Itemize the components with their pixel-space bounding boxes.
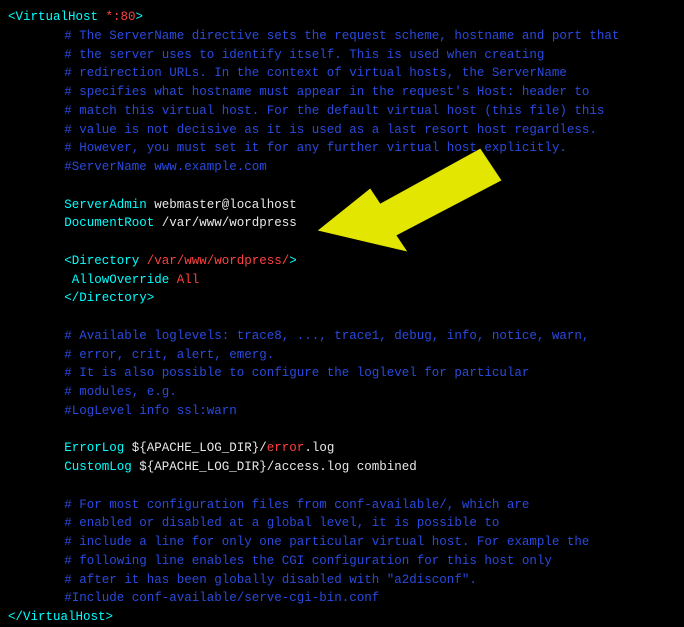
comment-line: # value is not decisive as it is used as… (8, 121, 676, 140)
comment-line: # enabled or disabled at a global level,… (8, 514, 676, 533)
directory-open: <Directory /var/www/wordpress/> (8, 252, 676, 271)
comment-line: # modules, e.g. (8, 383, 676, 402)
serveradmin-line: ServerAdmin webmaster@localhost (8, 196, 676, 215)
virtualhost-close: </VirtualHost> (8, 608, 676, 627)
comment-line: # The ServerName directive sets the requ… (8, 27, 676, 46)
comment-line: # However, you must set it for any furth… (8, 139, 676, 158)
comment-line: # match this virtual host. For the defau… (8, 102, 676, 121)
comment-line: # after it has been globally disabled wi… (8, 571, 676, 590)
directory-path: /var/www/wordpress/ (139, 254, 289, 268)
directory-key: <Directory (64, 254, 139, 268)
comment-line: # error, crit, alert, emerg. (8, 346, 676, 365)
errorlog-name: error (267, 441, 305, 455)
comment-line: #LogLevel info ssl:warn (8, 402, 676, 421)
documentroot-key: DocumentRoot (64, 216, 154, 230)
virtualhost-open: <VirtualHost *:80> (8, 8, 676, 27)
indent-space (64, 273, 72, 287)
blank-line (8, 308, 676, 327)
documentroot-line: DocumentRoot /var/www/wordpress (8, 214, 676, 233)
comment-line: #Include conf-available/serve-cgi-bin.co… (8, 589, 676, 608)
customlog-value: ${APACHE_LOG_DIR}/access.log combined (132, 460, 417, 474)
serveradmin-value: webmaster@localhost (147, 198, 297, 212)
allowoverride-key: AllowOverride (72, 273, 170, 287)
comment-line: # Available loglevels: trace8, ..., trac… (8, 327, 676, 346)
blank-line (8, 477, 676, 496)
vhost-key: <VirtualHost (8, 10, 98, 24)
comment-line: # It is also possible to configure the l… (8, 364, 676, 383)
customlog-line: CustomLog ${APACHE_LOG_DIR}/access.log c… (8, 458, 676, 477)
comment-line: # specifies what hostname must appear in… (8, 83, 676, 102)
vhost-open-close: > (136, 10, 144, 24)
errorlog-key: ErrorLog (64, 441, 124, 455)
comment-line: # following line enables the CGI configu… (8, 552, 676, 571)
comment-line: # the server uses to identify itself. Th… (8, 46, 676, 65)
serveradmin-key: ServerAdmin (64, 198, 147, 212)
comment-line: #ServerName www.example.com (8, 158, 676, 177)
blank-line (8, 233, 676, 252)
comment-line: # For most configuration files from conf… (8, 496, 676, 515)
documentroot-value: /var/www/wordpress (154, 216, 297, 230)
directory-close: </Directory> (8, 289, 676, 308)
directory-open-close: > (289, 254, 297, 268)
allowoverride-line: AllowOverride All (8, 271, 676, 290)
blank-line (8, 177, 676, 196)
customlog-key: CustomLog (64, 460, 132, 474)
allowoverride-value: All (169, 273, 199, 287)
comment-line: # redirection URLs. In the context of vi… (8, 64, 676, 83)
blank-line (8, 421, 676, 440)
errorlog-line: ErrorLog ${APACHE_LOG_DIR}/error.log (8, 439, 676, 458)
errorlog-prefix: ${APACHE_LOG_DIR}/ (124, 441, 267, 455)
comment-line: # include a line for only one particular… (8, 533, 676, 552)
errorlog-suffix: .log (304, 441, 334, 455)
vhost-port: *:80 (98, 10, 136, 24)
